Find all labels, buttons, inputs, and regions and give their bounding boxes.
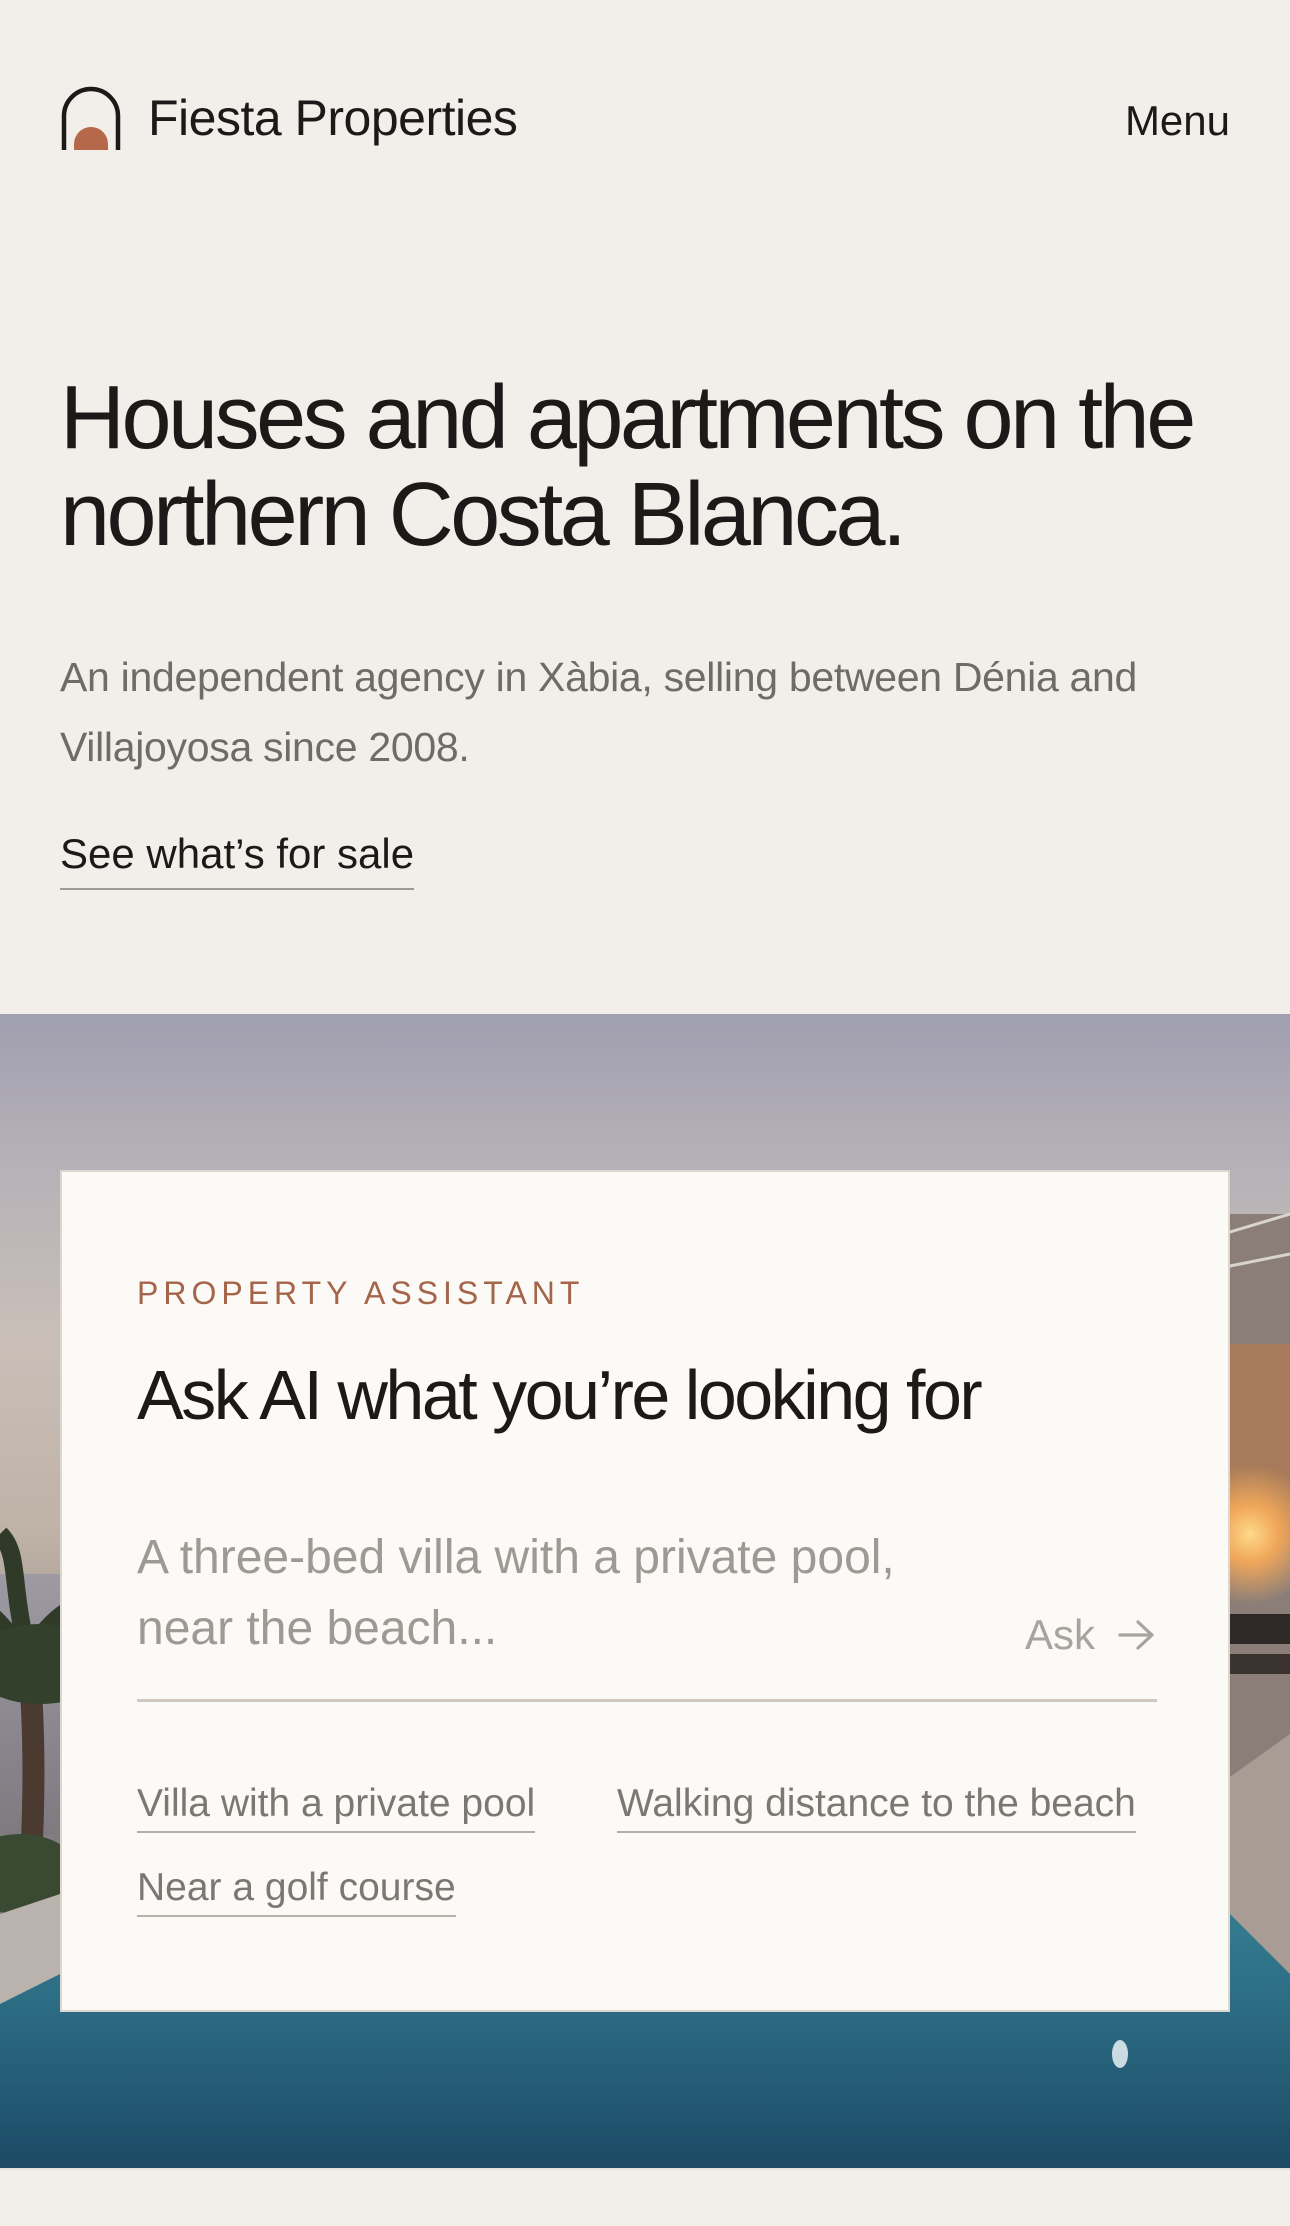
arch-icon bbox=[61, 86, 121, 150]
ask-button-label: Ask bbox=[1024, 1611, 1095, 1658]
ask-input[interactable] bbox=[137, 1522, 977, 1672]
hero-title: Houses and apartments on the northern Co… bbox=[60, 368, 1196, 565]
suggestion-golf-course[interactable]: Near a golf course bbox=[137, 1866, 456, 1917]
arrow-right-icon bbox=[1118, 1620, 1154, 1650]
brand-name: Fiesta Properties bbox=[148, 90, 518, 146]
page-bottom-strip bbox=[0, 2168, 1290, 2226]
site-header: Fiesta Properties Menu bbox=[0, 0, 1290, 250]
ask-button[interactable]: Ask bbox=[1025, 1614, 1157, 1656]
brand-logo-link[interactable]: Fiesta Properties bbox=[60, 84, 518, 152]
menu-button[interactable]: Menu bbox=[1125, 100, 1230, 142]
see-for-sale-link[interactable]: See what’s for sale bbox=[60, 830, 415, 891]
ask-field: Ask bbox=[137, 1522, 1157, 1702]
assistant-title: Ask AI what you’re looking for bbox=[137, 1356, 983, 1434]
property-assistant-card: PROPERTY ASSISTANT Ask AI what you’re lo… bbox=[60, 1170, 1230, 2012]
assistant-eyebrow: PROPERTY ASSISTANT bbox=[137, 1275, 585, 1311]
suggestion-near-beach[interactable]: Walking distance to the beach bbox=[617, 1782, 1136, 1833]
hero-subtitle: An independent agency in Xàbia, selling … bbox=[60, 654, 1138, 770]
suggestion-private-pool[interactable]: Villa with a private pool bbox=[137, 1782, 536, 1833]
